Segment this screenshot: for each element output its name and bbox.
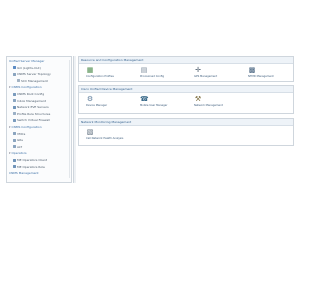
navigation-sidebar: Unified Server Manager ILO (Lights-Out) CN… xyxy=(6,56,72,183)
expand-toggle-icon[interactable]: ▾ xyxy=(9,125,11,129)
sidebar-item[interactable]: Network EVE Servers xyxy=(13,105,49,110)
provisioned-config-icon: ▤ xyxy=(140,66,148,74)
sidebar-item-label: CNMS Configuration xyxy=(11,85,42,90)
sidebar-item-label: VMCs xyxy=(17,131,26,136)
launch-tile[interactable]: ✛ GPS Management xyxy=(191,65,231,81)
tree-node-icon xyxy=(13,145,16,149)
expand-toggle-icon[interactable]: ▾ xyxy=(9,151,11,155)
tile-label: Device Manager xyxy=(86,104,108,107)
sidebar-scrollbar[interactable] xyxy=(69,60,70,178)
launch-tile[interactable]: ⚙ Device Manager xyxy=(83,94,123,110)
tree-node-icon xyxy=(13,132,16,136)
sidebar-item[interactable]: ME Operators Role xyxy=(13,165,45,170)
tile-label: NTMD Management xyxy=(248,75,274,78)
sidebar-item[interactable]: ▾Operators xyxy=(9,151,27,156)
sidebar-item-label: ME Operators Role xyxy=(17,164,45,169)
sidebar-item[interactable]: Unified Server Manager xyxy=(9,59,44,64)
tree-node-icon xyxy=(13,72,16,76)
ntmd-management-icon: ▩ xyxy=(248,66,256,74)
sidebar-item[interactable]: ALT xyxy=(13,145,22,150)
sidebar-item[interactable]: CNMS Management xyxy=(9,171,39,176)
sidebar-item-label: CNMS Management xyxy=(9,171,39,176)
sidebar-item[interactable]: Profile Rule Structures xyxy=(13,112,50,117)
sidebar-item[interactable]: ▾CNMS Configuration xyxy=(9,85,42,90)
tree-node-icon xyxy=(13,165,16,169)
sidebar-item[interactable]: VMCs xyxy=(13,132,25,137)
group-title: Network Monitoring Management xyxy=(79,119,293,126)
sidebar-item[interactable]: Inbox Management xyxy=(13,99,46,104)
tile-group: Resource and Configuration Management ▦ Co… xyxy=(78,56,294,82)
launch-tile[interactable]: ▤ Provisioned Config xyxy=(137,65,177,81)
sidebar-item-label: CNMS Root Config xyxy=(17,92,45,96)
sidebar-item[interactable]: SCC Management xyxy=(17,79,48,84)
sidebar-item-label: Unified Server Manager xyxy=(9,59,45,63)
tree-node-icon xyxy=(13,105,16,109)
network-management-icon: ⚒ xyxy=(194,95,202,103)
sidebar-item-label: Switch Virtual Firewall xyxy=(17,118,50,123)
sidebar-item[interactable]: CNMS Root Config xyxy=(13,92,44,97)
tile-label: Provisioned Config xyxy=(140,75,165,78)
mobile-user-manager-icon: ☎ xyxy=(140,95,149,103)
sidebar-item-label: ILO (Lights-Out) xyxy=(17,65,41,70)
app-window: Unified Server Manager ILO (Lights-Out) CN… xyxy=(6,56,296,184)
tile-label: Configuration Profiles xyxy=(86,75,114,78)
sidebar-item-label: Network EVE Servers xyxy=(17,105,49,110)
launch-tile[interactable]: ▩ NTMD Management xyxy=(245,65,285,81)
sidebar-item-label: CNMS Configuration xyxy=(11,125,42,129)
launch-tile[interactable]: ▧ Call Network Health Analysis xyxy=(83,127,123,143)
tree-node-icon xyxy=(13,66,16,70)
sidebar-item-label: ALT xyxy=(17,144,23,149)
group-title: Resource and Configuration Management xyxy=(79,57,293,64)
tree-node-icon xyxy=(17,79,20,83)
launch-tile[interactable]: ☎ Mobile User Manager xyxy=(137,94,177,110)
tile-label: GPS Management xyxy=(194,75,218,78)
tree-node-icon xyxy=(13,99,16,103)
sidebar-item-label: GRs xyxy=(17,138,23,143)
sidebar-item[interactable]: Switch Virtual Firewall xyxy=(13,118,50,123)
sidebar-item[interactable]: GRs xyxy=(13,138,23,143)
sidebar-item[interactable]: ME Operators Client xyxy=(13,158,47,163)
tile-label: Network Management xyxy=(194,104,223,107)
tile-group: Cisco Unified Device Management ⚙ Device M… xyxy=(78,85,294,114)
sidebar-item-label: SCC Management xyxy=(21,78,48,83)
tree-node-icon xyxy=(13,92,16,96)
sidebar-item-label: Profile Rule Structures xyxy=(17,111,51,116)
tree-node-icon xyxy=(13,158,16,162)
launch-tile[interactable]: ⚒ Network Management xyxy=(191,94,231,110)
config-profiles-icon: ▦ xyxy=(86,66,94,74)
main-content: Resource and Configuration Management ▦ Co… xyxy=(78,56,294,183)
device-manager-icon: ⚙ xyxy=(86,95,94,103)
sidebar-item-label: Operators xyxy=(11,151,27,156)
group-title: Cisco Unified Device Management xyxy=(79,86,293,93)
tree-node-icon xyxy=(13,138,16,142)
launch-tile[interactable]: ▦ Configuration Profiles xyxy=(83,65,123,81)
pane-splitter[interactable] xyxy=(73,56,76,183)
sidebar-item[interactable]: CNMS Server Topology xyxy=(13,72,51,77)
sidebar-item-label: CNMS Server Topology xyxy=(17,72,51,77)
tile-group: Network Monitoring Management ▧ Call Netwo… xyxy=(78,118,294,146)
sidebar-item-label: Inbox Management xyxy=(17,98,46,103)
expand-toggle-icon[interactable]: ▾ xyxy=(9,85,11,89)
gps-management-icon: ✛ xyxy=(195,66,201,74)
tree-node-icon xyxy=(13,118,16,122)
tile-label: Mobile User Manager xyxy=(140,104,168,107)
sidebar-item[interactable]: ILO (Lights-Out) xyxy=(13,66,41,71)
sidebar-item-label: ME Operators Client xyxy=(17,158,48,162)
tile-label: Call Network Health Analysis xyxy=(86,137,124,140)
network-health-icon: ▧ xyxy=(86,128,94,136)
tree-node-icon xyxy=(13,112,16,116)
sidebar-item[interactable]: ▾CNMS Configuration xyxy=(9,125,42,130)
